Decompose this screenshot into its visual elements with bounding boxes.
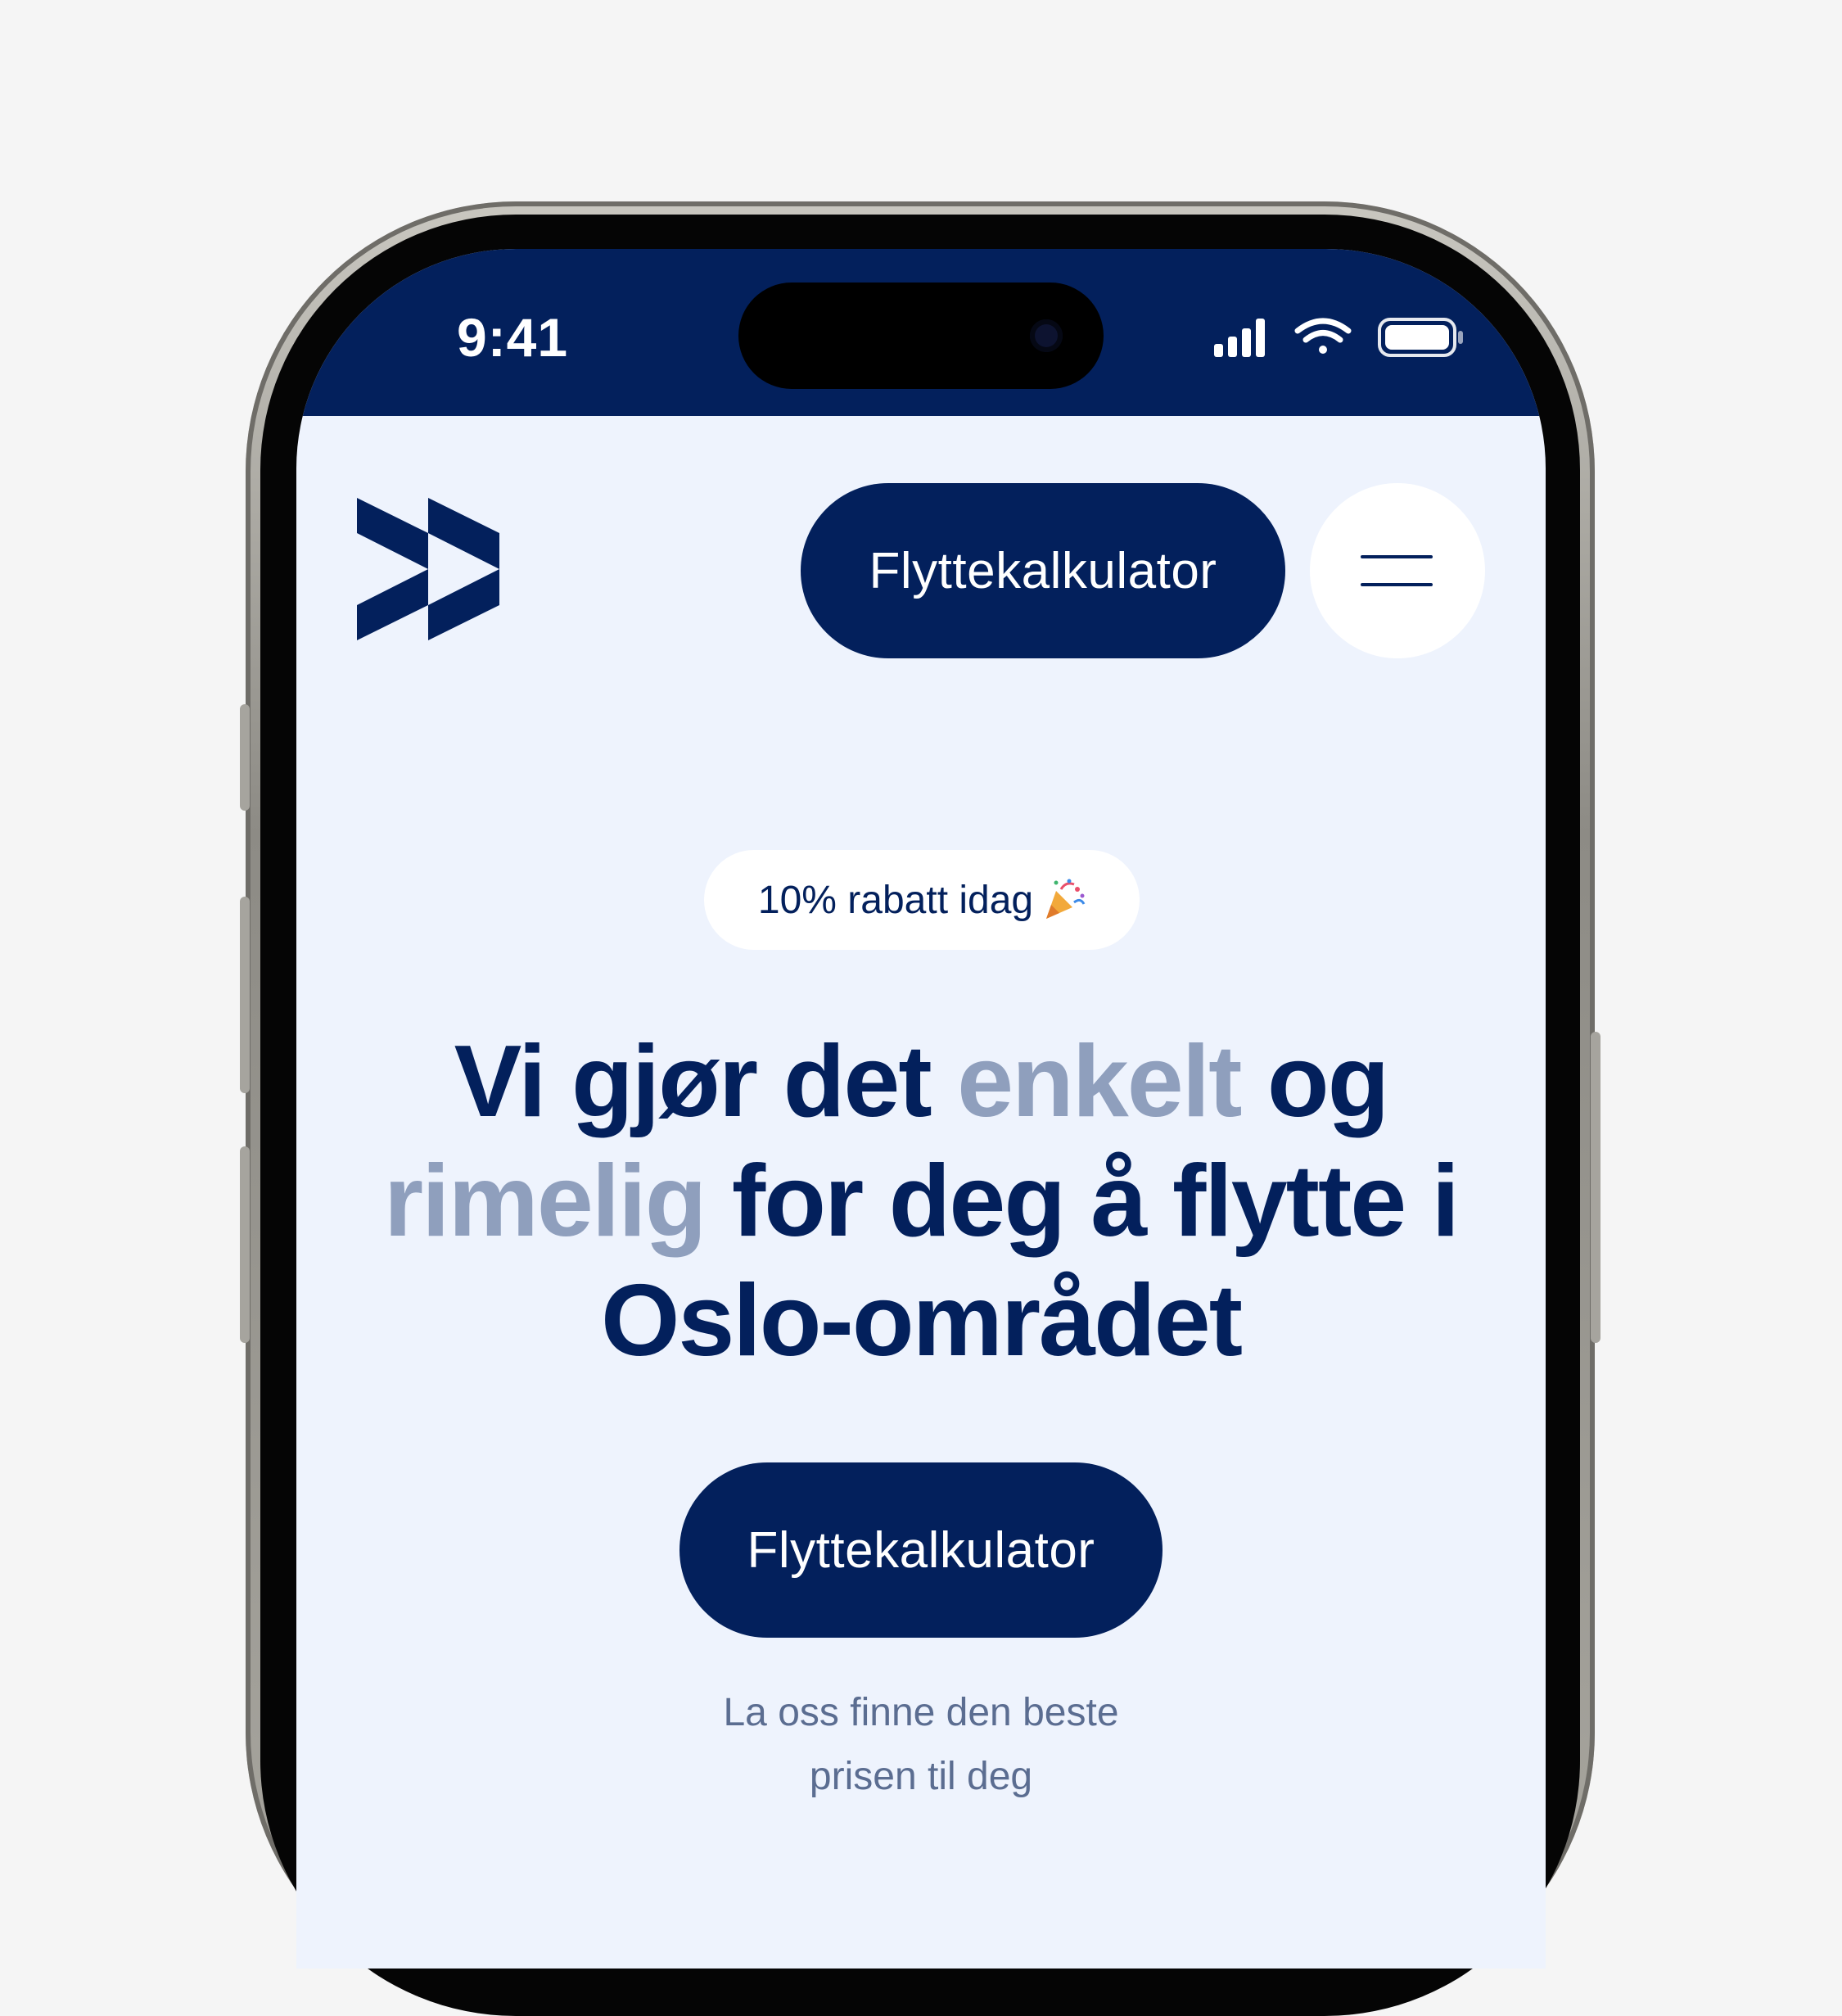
hero-subtext: La oss finne den beste prisen til deg: [723, 1691, 1119, 1798]
hero-headline: Vi gjør det enkelt og rimelig for deg å …: [370, 1022, 1472, 1381]
headline-text: og: [1240, 1025, 1390, 1138]
action-button: [240, 704, 250, 811]
headline-highlight-rimelig: rimelig: [383, 1145, 707, 1258]
battery-icon: [1378, 318, 1463, 357]
wifi-icon: [1294, 318, 1352, 354]
promo-text: 10% rabatt idag: [757, 878, 1034, 922]
promo-badge: 10% rabatt idag: [704, 850, 1140, 950]
headline-text: Vi gjør det: [454, 1025, 958, 1138]
brand-logo-icon[interactable]: [357, 498, 499, 640]
headline-highlight-enkelt: enkelt: [957, 1025, 1242, 1138]
volume-up-button: [240, 897, 250, 1093]
party-popper-icon: [1046, 879, 1086, 919]
hero-calculator-button[interactable]: Flyttekalkulator: [679, 1462, 1163, 1638]
header-calculator-button[interactable]: Flyttekalkulator: [801, 483, 1285, 658]
dynamic-island: [738, 283, 1104, 389]
status-time: 9:41: [457, 307, 569, 368]
headline-text: for deg å flytte i Oslo-området: [600, 1145, 1460, 1377]
camera-icon: [1030, 319, 1063, 352]
website-content: Flyttekalkulator 10% rabatt idag Vi gjør…: [296, 416, 1546, 1969]
phone-screen: 9:41 Flyttekalkulator 10% rabatt idag Vi…: [296, 249, 1546, 1969]
status-icons: [1214, 318, 1463, 357]
volume-down-button: [240, 1146, 250, 1343]
power-button: [1591, 1032, 1600, 1343]
menu-button[interactable]: [1310, 483, 1485, 658]
status-bar: 9:41: [296, 249, 1546, 416]
signal-icon: [1214, 319, 1265, 357]
